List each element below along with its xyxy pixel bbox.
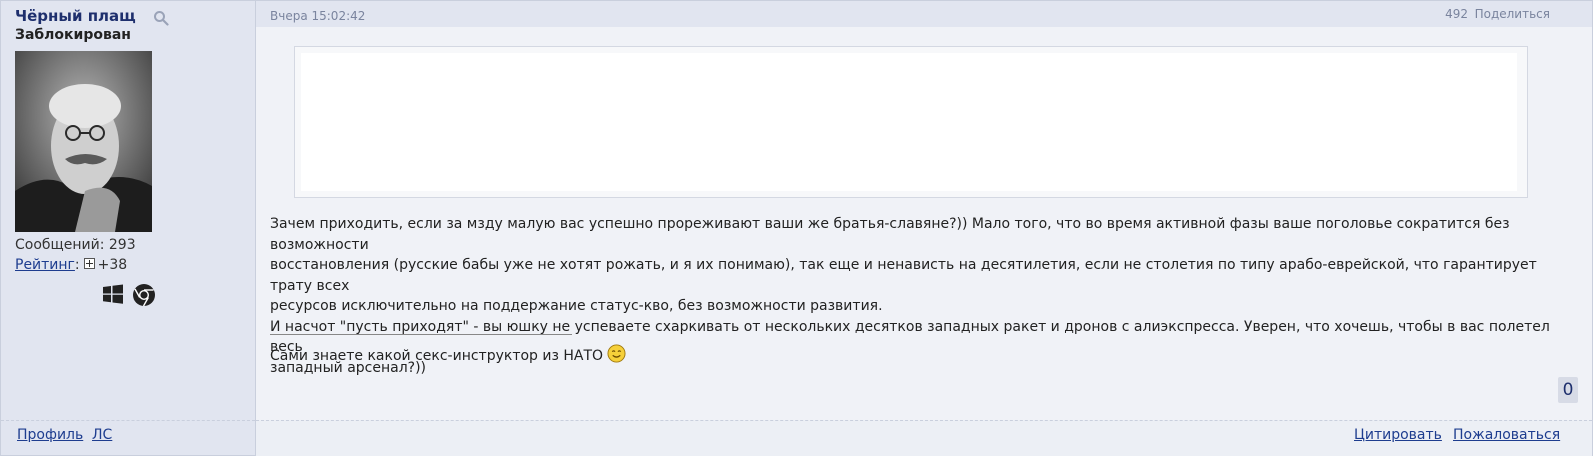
chrome-icon (133, 284, 155, 307)
signature: Сами знаете какой секс-инструктор из НАТ… (270, 344, 626, 364)
rating-plus-icon[interactable] (83, 258, 95, 269)
author-status: Заблокирован (15, 27, 131, 43)
search-icon[interactable] (153, 10, 169, 26)
post-date: Вчера 15:02:42 (270, 9, 366, 23)
posts-count: Сообщений: 293 (15, 237, 136, 253)
author-name[interactable]: Чёрный плащ (15, 7, 136, 25)
author-sidebar: Чёрный плащ Заблокирован Сообщений: 293 … (1, 1, 256, 455)
message-line: Зачем приходить, если за мзду малую вас … (270, 216, 1510, 253)
signature-divider (270, 334, 572, 335)
forum-post: Чёрный плащ Заблокирован Сообщений: 293 … (0, 0, 1593, 456)
rating-value: +38 (97, 257, 128, 273)
smiley-icon (607, 344, 626, 363)
message-line: восстановления (русские бабы уже не хотя… (270, 257, 1537, 294)
post-actions: Цитировать Пожаловаться (256, 420, 1592, 456)
post-header: Вчера 15:02:42 492 Поделиться (256, 1, 1592, 27)
quote-link[interactable]: Цитировать (1354, 427, 1442, 443)
avatar[interactable] (15, 51, 152, 232)
signature-text: Сами знаете какой секс-инструктор из НАТ… (270, 348, 604, 364)
share-link[interactable]: Поделиться (1475, 7, 1550, 21)
report-link[interactable]: Пожаловаться (1453, 427, 1560, 443)
pm-link[interactable]: ЛС (92, 427, 112, 443)
rating-link[interactable]: Рейтинг (15, 257, 75, 273)
message-line: ресурсов исключительно на поддержание ст… (270, 298, 883, 314)
post-body: Вчера 15:02:42 492 Поделиться Зачем прих… (256, 1, 1592, 456)
posts-label: Сообщений: (15, 237, 105, 253)
windows-icon (103, 284, 123, 304)
post-number[interactable]: 492 (1445, 7, 1468, 21)
profile-link[interactable]: Профиль (17, 427, 83, 443)
posts-value: 293 (108, 237, 136, 253)
embedded-media[interactable] (294, 46, 1528, 198)
author-actions: Профиль ЛС (1, 420, 255, 456)
rating: Рейтинг: +38 (15, 257, 128, 273)
like-counter[interactable]: 0 (1558, 377, 1578, 403)
embed-frame (301, 53, 1517, 191)
